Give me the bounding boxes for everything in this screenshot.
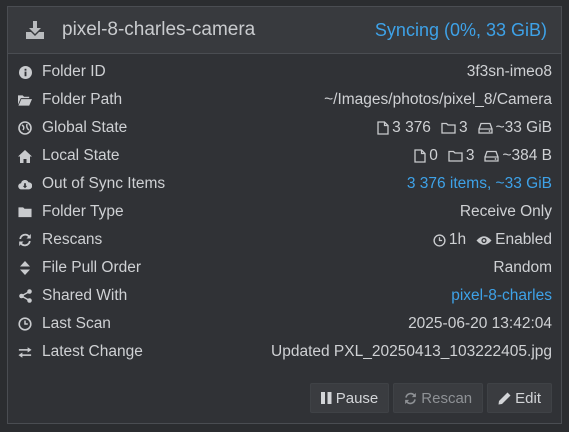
globe-icon [18,121,32,135]
row-pull-order: File Pull Order Random [8,254,561,282]
download-icon [24,19,46,41]
folder-open-icon [18,93,32,107]
folder-icon [18,205,32,219]
folder-type-label: Folder Type [42,203,124,220]
row-folder-id: Folder ID 3f3sn-imeo8 [8,58,561,86]
global-size: ~33 GiB [477,119,552,137]
row-out-of-sync: Out of Sync Items 3 376 items, ~33 GiB [8,170,561,198]
refresh-icon [18,233,32,247]
clock-icon [18,317,32,331]
edit-button[interactable]: Edit [487,383,552,413]
folder-id-value: 3f3sn-imeo8 [466,63,552,80]
row-folder-path: Folder Path ~/Images/photos/pixel_8/Came… [8,86,561,114]
local-state-label: Local State [42,147,120,164]
home-icon [18,149,32,163]
global-folders: 3 [441,119,468,137]
row-rescans: Rescans 1h Enabled [8,226,561,254]
watcher-status: Enabled [476,231,552,249]
global-state-label: Global State [42,119,128,136]
folder-header[interactable]: pixel-8-charles-camera Syncing (0%, 33 G… [8,7,561,54]
rescan-interval: 1h [433,231,466,249]
eye-icon [476,235,492,245]
file-icon [414,149,426,163]
file-icon [377,121,389,135]
info-icon [18,65,32,79]
refresh-icon [405,392,417,404]
row-global-state: Global State 3 376 3 ~33 GiB [8,114,561,142]
global-files: 3 376 [377,119,431,137]
rescans-label: Rescans [42,231,103,248]
pause-icon [320,392,332,404]
folder-id-label: Folder ID [42,63,106,80]
local-files: 0 [414,147,438,165]
folder-path-label: Folder Path [42,91,123,108]
pull-order-label: File Pull Order [42,259,142,276]
local-folders: 3 [448,147,474,165]
out-of-sync-link[interactable]: 3 376 items, ~33 GiB [407,175,552,193]
cloud-download-icon [18,177,32,191]
folder-icon [448,150,463,162]
hdd-icon [484,150,500,162]
out-of-sync-label: Out of Sync Items [42,175,166,192]
shared-device-link[interactable]: pixel-8-charles [451,287,552,305]
row-last-scan: Last Scan 2025-06-20 13:42:04 [8,310,561,338]
pencil-icon [498,392,511,404]
folder-title: pixel-8-charles-camera [62,19,256,40]
row-folder-type: Folder Type Receive Only [8,198,561,226]
pull-order-value: Random [493,259,552,276]
exchange-icon [18,345,32,359]
rescan-button[interactable]: Rescan [393,383,484,413]
row-local-state: Local State 0 3 ~384 B [8,142,561,170]
share-icon [18,289,32,303]
latest-change-label: Latest Change [42,343,143,360]
shared-with-label: Shared With [42,287,128,304]
hdd-icon [477,122,493,134]
clock-icon [433,233,446,247]
latest-change-value: Updated PXL_20250413_103222405.jpg [271,343,552,360]
row-latest-change: Latest Change Updated PXL_20250413_10322… [8,338,561,366]
row-shared-with: Shared With pixel-8-charles [8,282,561,310]
pause-button[interactable]: Pause [309,383,390,413]
folder-type-value: Receive Only [459,203,552,220]
sort-icon [18,261,32,275]
last-scan-value: 2025-06-20 13:42:04 [408,315,552,332]
last-scan-label: Last Scan [42,315,111,332]
local-size: ~384 B [484,147,552,165]
panel-footer: Pause Rescan Edit [309,383,552,413]
folder-path-value: ~/Images/photos/pixel_8/Camera [324,91,552,108]
folder-panel: pixel-8-charles-camera Syncing (0%, 33 G… [7,6,562,424]
folder-icon [441,122,456,134]
sync-status: Syncing (0%, 33 GiB) [374,19,547,40]
